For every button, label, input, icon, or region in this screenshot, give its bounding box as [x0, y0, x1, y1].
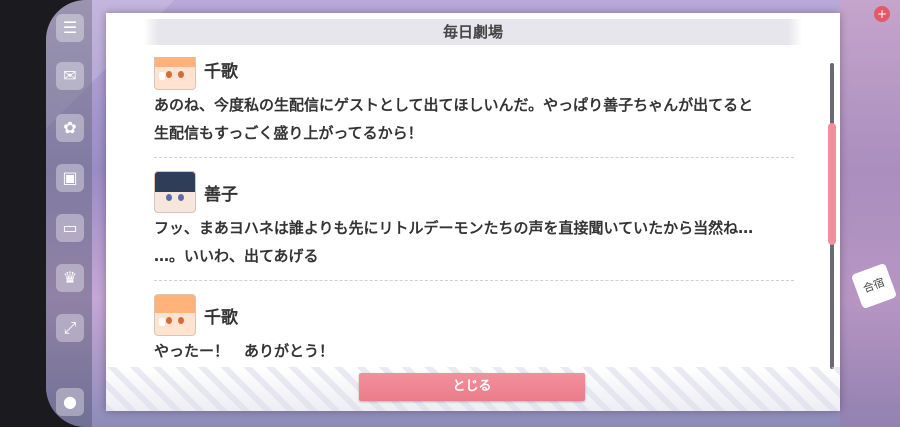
dialogue-line: フッ、まあヨハネは誰よりも先にリトルデーモンたちの声を直接聞いていたから当然ね… [154, 219, 754, 237]
yoshiko-avatar [154, 171, 196, 213]
menu-icon[interactable]: ☰ [56, 14, 84, 42]
chika-avatar [154, 294, 196, 336]
speaker-name: 千歌 [204, 61, 238, 82]
scrollbar-thumb[interactable] [828, 123, 836, 245]
speaker-name: 千歌 [204, 307, 238, 328]
dialogue-line: 生配信もすっごく盛り上がってるから！ [154, 124, 423, 142]
dialogue-list[interactable]: 千歌 あのね、今度私の生配信にゲストとして出てほしいんだ。やっぱり善子ちゃんが出… [154, 57, 794, 367]
speaker-name: 善子 [204, 184, 238, 205]
gift-icon[interactable]: ▣ [56, 164, 84, 192]
speaker-row: 千歌 [154, 57, 794, 91]
expand-icon[interactable]: ⤢ [56, 314, 84, 342]
dialogue-line: やったー！ ありがとう！ [154, 342, 335, 360]
present-icon[interactable]: ✿ [56, 114, 84, 142]
screen-icon[interactable]: ▭ [56, 214, 84, 242]
chika-avatar [154, 57, 196, 90]
right-panel [840, 0, 900, 427]
plus-badge-icon[interactable]: + [874, 6, 890, 22]
dialogue-line: …。いいわ、出てあげる [154, 247, 319, 265]
speaker-row: 千歌 [154, 293, 794, 337]
daily-theater-dialog: 毎日劇場 千歌 あのね、今度私の生配信にゲストとして出てほしいんだ。やっぱり善子… [106, 13, 840, 411]
dialogue-entry: 善子 フッ、まあヨハネは誰よりも先にリトルデーモンたちの声を直接聞いていたから当… [154, 170, 794, 281]
close-button[interactable]: とじる [359, 373, 585, 401]
dialogue-line: あのね、今度私の生配信にゲストとして出てほしいんだ。やっぱり善子ちゃんが出てると [154, 96, 754, 114]
profile-icon[interactable]: ● [56, 388, 84, 416]
dialogue-entry: 千歌 やったー！ ありがとう！ [154, 293, 794, 367]
speaker-row: 善子 [154, 170, 794, 214]
dialogue-entry: 千歌 あのね、今度私の生配信にゲストとして出てほしいんだ。やっぱり善子ちゃんが出… [154, 57, 794, 158]
dialog-title: 毎日劇場 [144, 19, 802, 45]
chat-icon[interactable]: ✉ [56, 62, 84, 90]
trophy-icon[interactable]: ♛ [56, 264, 84, 292]
